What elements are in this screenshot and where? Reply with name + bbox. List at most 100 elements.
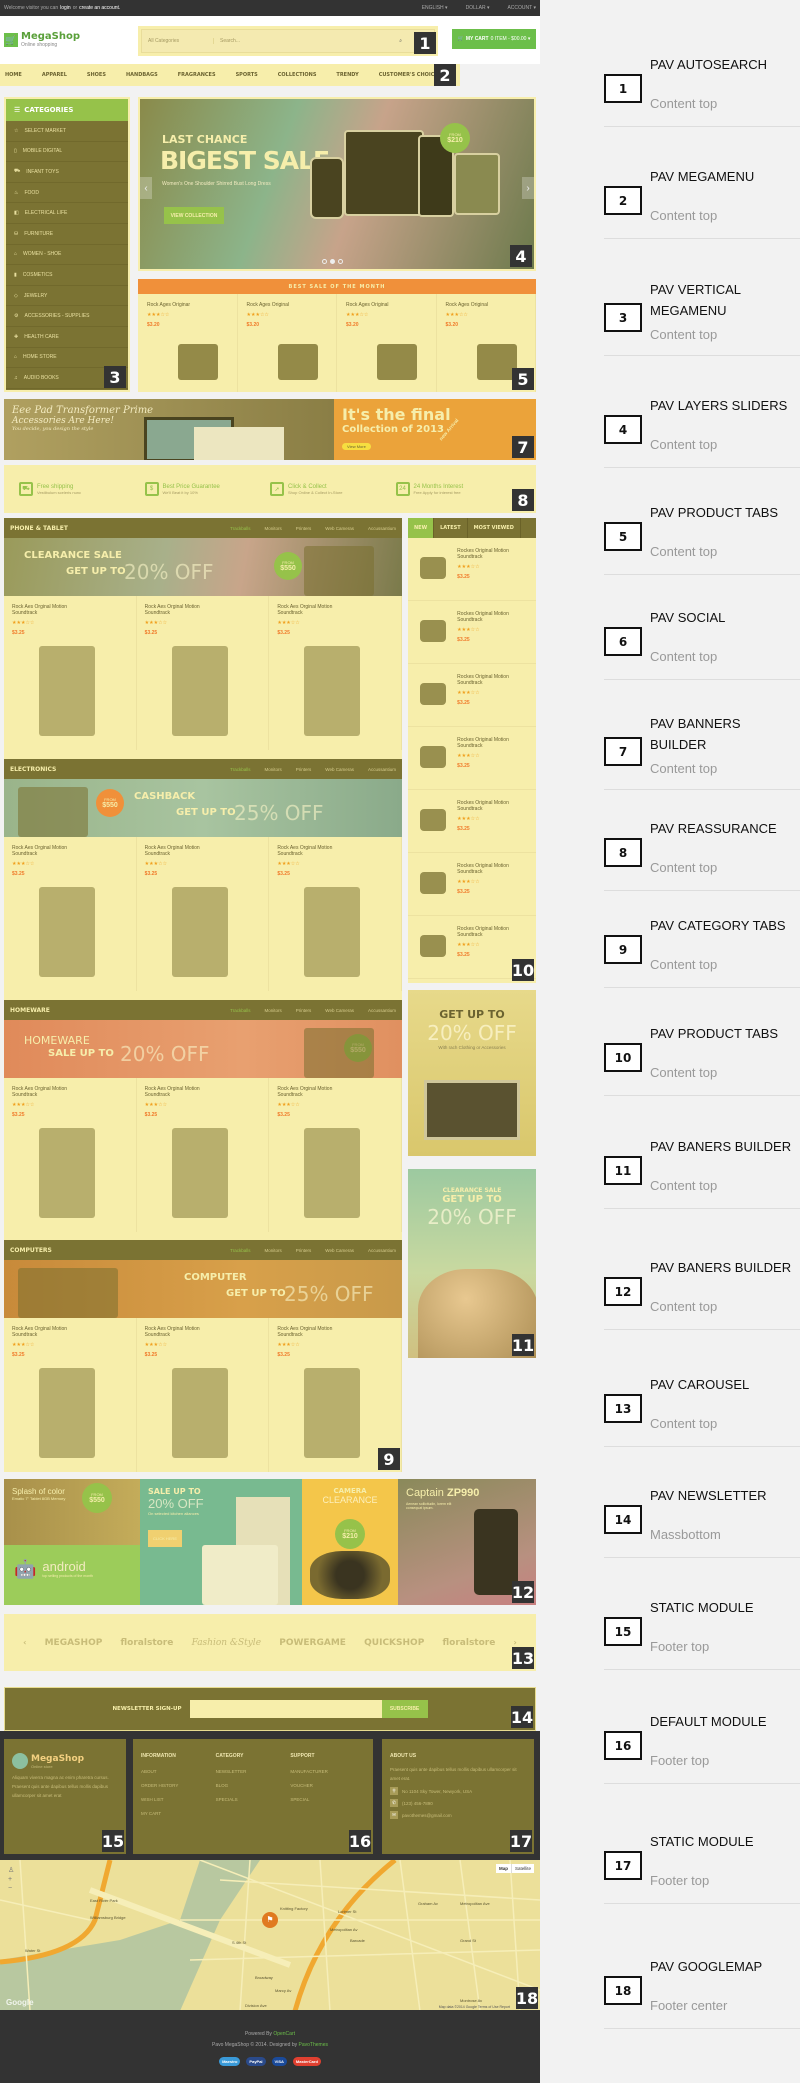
- click-here-button[interactable]: CLICK HERE: [148, 1530, 182, 1547]
- category-item[interactable]: ⚙ ACCESSORIES - SUPPLIES: [6, 306, 128, 327]
- slider-dots[interactable]: [322, 259, 343, 264]
- product-name[interactable]: Rock Aes Orginal Motion Soundtrack: [145, 1326, 215, 1338]
- product-card[interactable]: Rock Aes Orginal Motion Soundtrack ★★★☆☆ $…: [137, 1318, 270, 1472]
- product-card[interactable]: Rock Ages Original ★★★☆☆ $3.20: [337, 294, 437, 392]
- category-item[interactable]: ⛟ INFANT TOYS: [6, 162, 128, 183]
- product-image[interactable]: [304, 887, 361, 977]
- product-card[interactable]: Rock Aes Orginal Motion Soundtrack ★★★☆☆ $…: [137, 837, 270, 991]
- subtab-trackballs[interactable]: Trackballs: [230, 767, 250, 772]
- nav-item-apparel[interactable]: APPAREL: [42, 72, 67, 78]
- category-title[interactable]: PHONE & TABLET: [10, 525, 68, 532]
- subtab-monitors[interactable]: Monitors: [265, 767, 282, 772]
- footer-link[interactable]: VOUCHER: [290, 1779, 365, 1793]
- category-banner[interactable]: CLEARANCE SALE GET UP TO 20% OFF FROM $550: [4, 538, 402, 596]
- categories-header[interactable]: ☰ CATEGORIES: [6, 99, 128, 121]
- product-image[interactable]: [304, 1128, 361, 1218]
- product-name[interactable]: Rock Aes Orginal Motion Soundtrack: [12, 604, 82, 616]
- product-name[interactable]: Rock Aes Orginal Motion Soundtrack: [277, 604, 347, 616]
- product-name[interactable]: Rockes Original Motion Soundtrack: [457, 548, 530, 560]
- product-name[interactable]: Rock Aes Orginal Motion Soundtrack: [12, 845, 82, 857]
- footer-link[interactable]: BLOG: [216, 1779, 291, 1793]
- product-name[interactable]: Rock Aes Orginal Motion Soundtrack: [277, 1086, 347, 1098]
- product-image[interactable]: [277, 344, 318, 380]
- product-card[interactable]: Rock Ages Original ★★★☆☆ $3.20: [238, 294, 337, 392]
- nav-item-customer-s-choice[interactable]: CUSTOMER'S CHOICE: [379, 72, 438, 78]
- map-type-map-button[interactable]: Map: [496, 1864, 511, 1873]
- slider-prev-arrow[interactable]: ‹: [140, 177, 152, 199]
- product-name[interactable]: Rock Ages Originar: [147, 302, 228, 308]
- footer-link[interactable]: MY CART: [141, 1807, 216, 1821]
- product-name[interactable]: Rockes Original Motion Soundtrack: [457, 611, 530, 623]
- kitchen-sale-banner[interactable]: SALE UP TO 20% OFF On selected kitchen a…: [140, 1479, 302, 1605]
- category-item[interactable]: ♨ FOOD: [6, 183, 128, 204]
- subtab-trackballs[interactable]: Trackballs: [230, 1008, 250, 1013]
- product-name[interactable]: Rockes Original Motion Soundtrack: [457, 863, 530, 875]
- footer-link[interactable]: ORDER HISTORY: [141, 1779, 216, 1793]
- subtab-printers[interactable]: Printers: [296, 526, 312, 531]
- product-thumbnail[interactable]: [414, 737, 451, 777]
- account-dropdown[interactable]: ACCOUNT ▾: [507, 5, 536, 11]
- product-list-item[interactable]: Rockes Original Motion Soundtrack ★★★☆☆ $3…: [408, 601, 536, 664]
- laptop-banner[interactable]: GET UP TO 20% OFF With rach Clothing or …: [408, 990, 536, 1156]
- footer-link[interactable]: SPECIAL: [290, 1793, 365, 1807]
- product-image[interactable]: [171, 1368, 228, 1458]
- product-image[interactable]: [304, 1368, 361, 1458]
- subtab-web-cameras[interactable]: Web Cameras: [325, 526, 354, 531]
- subtab-web-cameras[interactable]: Web Cameras: [325, 767, 354, 772]
- cart-button[interactable]: 🛒 MY CART 0 ITEM - $00.00 ▾: [452, 29, 536, 49]
- category-item[interactable]: ⛁ FURNITURE: [6, 224, 128, 245]
- footer-link[interactable]: MANUFACTURER: [290, 1765, 365, 1779]
- category-item[interactable]: ◇ JEWELRY: [6, 286, 128, 307]
- product-thumbnail[interactable]: [414, 548, 451, 588]
- newsletter-email-input[interactable]: [189, 1700, 382, 1718]
- product-name[interactable]: Rock Aes Orginal Motion Soundtrack: [145, 604, 215, 616]
- nav-item-handbags[interactable]: HANDBAGS: [126, 72, 158, 78]
- product-name[interactable]: Rockes Original Motion Soundtrack: [457, 674, 530, 686]
- pegman-icon[interactable]: ♙: [8, 1866, 16, 1874]
- view-more-button[interactable]: View More: [342, 443, 371, 450]
- tab-latest[interactable]: LATEST: [434, 518, 468, 538]
- currency-dropdown[interactable]: DOLLAR ▾: [466, 5, 490, 11]
- nav-item-home[interactable]: HOME: [5, 72, 22, 78]
- nav-item-fragrances[interactable]: FRAGRANCES: [178, 72, 216, 78]
- product-image[interactable]: [39, 887, 95, 977]
- brand-logo[interactable]: MEGASHOP: [45, 1638, 103, 1648]
- splash-android-banner[interactable]: Splash of color Ematic 7" Tablet 8GB Mem…: [4, 1479, 140, 1605]
- product-thumbnail[interactable]: [414, 800, 451, 840]
- category-item[interactable]: ⌂ WOMEN - SHOE: [6, 245, 128, 266]
- product-image[interactable]: [304, 646, 361, 736]
- nav-item-trendy[interactable]: TRENDY: [336, 72, 358, 78]
- brand-logo[interactable]: floralstore: [443, 1638, 496, 1648]
- product-card[interactable]: Rock Aes Orginal Motion Soundtrack ★★★☆☆ $…: [4, 596, 137, 750]
- product-card[interactable]: Rock Aes Orginal Motion Soundtrack ★★★☆☆ $…: [137, 596, 270, 750]
- product-list-item[interactable]: Rockes Original Motion Soundtrack ★★★☆☆ $3…: [408, 664, 536, 727]
- subtab-trackballs[interactable]: Trackballs: [230, 1248, 250, 1253]
- product-name[interactable]: Rock Aes Orginal Motion Soundtrack: [277, 1326, 347, 1338]
- tab-most-viewed[interactable]: MOST VIEWED: [468, 518, 521, 538]
- brand-logo[interactable]: POWERGAME: [279, 1638, 346, 1648]
- brand-logo[interactable]: QUICKSHOP: [364, 1638, 424, 1648]
- slider-next-arrow[interactable]: ›: [522, 177, 534, 199]
- product-card[interactable]: Rock Aes Orginal Motion Soundtrack ★★★☆☆ $…: [269, 837, 403, 991]
- product-image[interactable]: [39, 1128, 95, 1218]
- nav-item-sports[interactable]: SPORTS: [236, 72, 258, 78]
- login-link[interactable]: login: [60, 5, 71, 11]
- product-name[interactable]: Rock Aes Orginal Motion Soundtrack: [12, 1086, 82, 1098]
- category-title[interactable]: ELECTRONICS: [10, 766, 56, 773]
- captain-zp990-banner[interactable]: Captain ZP990 Aenean sollicitudin, lorem…: [398, 1479, 536, 1605]
- product-image[interactable]: [377, 344, 417, 380]
- category-item[interactable]: ▮ COSMETICS: [6, 265, 128, 286]
- product-name[interactable]: Rock Aes Orginal Motion Soundtrack: [145, 1086, 215, 1098]
- category-item[interactable]: ✚ HEALTH CARE: [6, 327, 128, 348]
- category-item[interactable]: ☆ SELECT MARKET: [6, 121, 128, 142]
- search-category-select[interactable]: All Categories: [142, 38, 214, 44]
- nav-item-collections[interactable]: COLLECTIONS: [278, 72, 317, 78]
- footer-link[interactable]: NEWSLETTER: [216, 1765, 291, 1779]
- clearance-family-banner[interactable]: CLEARANCE SALE GET UP TO 20% OFF 11: [408, 1169, 536, 1358]
- product-image[interactable]: [171, 646, 228, 736]
- product-image[interactable]: [171, 1128, 228, 1218]
- brand-logo[interactable]: floralstore: [121, 1638, 174, 1648]
- product-name[interactable]: Rock Aes Orginal Motion Soundtrack: [12, 1326, 82, 1338]
- product-thumbnail[interactable]: [414, 926, 451, 966]
- google-map[interactable]: ⚑ Map Satellite ♙ + − East River Park Willi…: [0, 1860, 540, 2011]
